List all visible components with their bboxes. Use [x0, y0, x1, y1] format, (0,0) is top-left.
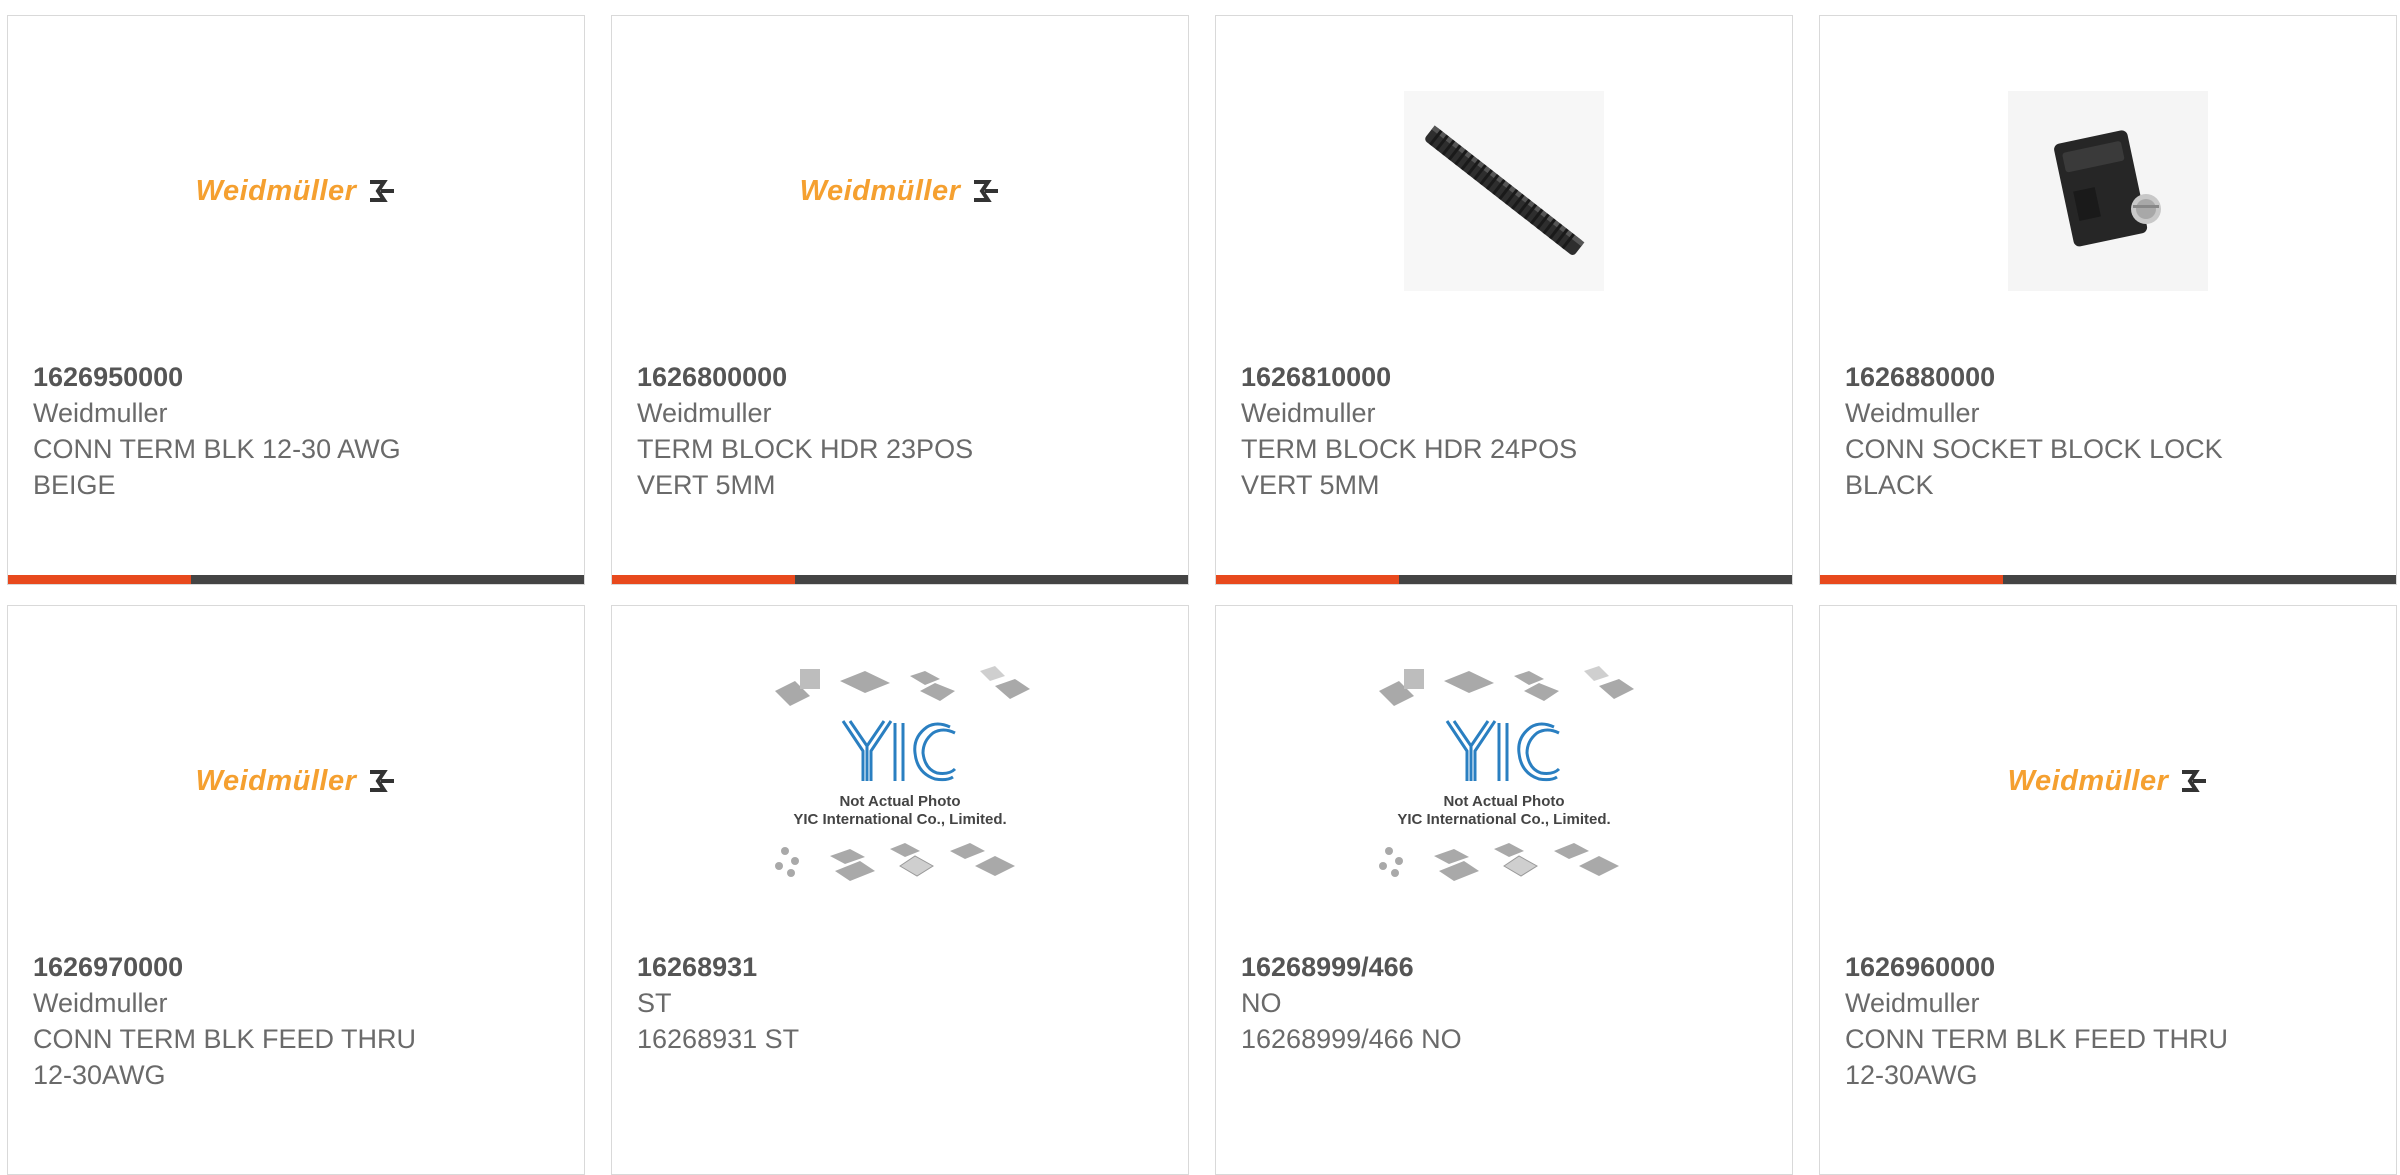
product-card[interactable]: Weidmüller 1626800000 Weidmuller TERM BL…: [611, 15, 1189, 585]
product-card[interactable]: Not Actual Photo YIC International Co., …: [1215, 605, 1793, 1175]
manufacturer: Weidmuller: [637, 398, 772, 428]
description-line: BLACK: [1845, 470, 1934, 500]
product-info: 1626970000 Weidmuller CONN TERM BLK FEED…: [33, 949, 564, 1093]
weidmuller-logo: Weidmüller: [196, 175, 397, 208]
product-card[interactable]: Weidmüller 1626960000 Weidmuller CONN TE…: [1819, 605, 2397, 1175]
description-line: 16268999/466 NO: [1241, 1024, 1462, 1054]
product-card[interactable]: Weidmüller 1626970000 Weidmuller CONN TE…: [7, 605, 585, 1175]
placeholder-caption-line1: Not Actual Photo: [839, 793, 960, 810]
product-info: 1626880000 Weidmuller CONN SOCKET BLOCK …: [1845, 359, 2376, 503]
product-image[interactable]: Not Actual Photo YIC International Co., …: [1216, 661, 1792, 901]
product-image[interactable]: Weidmüller: [612, 71, 1188, 311]
product-info: 16268931 ST 16268931 ST: [637, 949, 1168, 1057]
weidmuller-logo-mark-icon: [2182, 770, 2207, 792]
card-bottom-bar: [1216, 575, 1792, 584]
description-line: 16268931 ST: [637, 1024, 800, 1054]
weidmuller-logo: Weidmüller: [2008, 765, 2209, 798]
description-line: VERT 5MM: [1241, 470, 1380, 500]
manufacturer: Weidmuller: [33, 398, 168, 428]
placeholder-caption-line2: YIC International Co., Limited.: [1397, 811, 1610, 828]
weidmuller-logo: Weidmüller: [800, 175, 1001, 208]
description-line: CONN TERM BLK FEED THRU: [33, 1024, 417, 1054]
description-line: BEIGE: [33, 470, 116, 500]
terminal-header-photo: [1404, 91, 1604, 291]
product-card[interactable]: 1626810000 Weidmuller TERM BLOCK HDR 24P…: [1215, 15, 1793, 585]
description-line: TERM BLOCK HDR 24POS: [1241, 434, 1578, 464]
part-number-link[interactable]: 16268931: [637, 949, 1168, 985]
product-image[interactable]: Weidmüller: [8, 661, 584, 901]
product-card[interactable]: Weidmüller 1626950000 Weidmuller CONN TE…: [7, 15, 585, 585]
description-line: CONN TERM BLK 12-30 AWG: [33, 434, 401, 464]
part-number-link[interactable]: 1626970000: [33, 949, 564, 985]
product-image[interactable]: [1216, 71, 1792, 311]
description-line: VERT 5MM: [637, 470, 776, 500]
description-line: CONN TERM BLK FEED THRU: [1845, 1024, 2229, 1054]
card-bottom-bar: [1820, 575, 2396, 584]
product-grid: Weidmüller 1626950000 Weidmuller CONN TE…: [7, 15, 2400, 1175]
manufacturer: NO: [1241, 988, 1282, 1018]
weidmuller-logo-mark-icon: [974, 180, 999, 202]
manufacturer: Weidmuller: [33, 988, 168, 1018]
card-bottom-bar: [612, 575, 1188, 584]
part-number-link[interactable]: 1626880000: [1845, 359, 2376, 395]
part-number-link[interactable]: 1626950000: [33, 359, 564, 395]
card-bottom-bar: [8, 575, 584, 584]
socket-lock-photo: [2008, 91, 2208, 291]
part-number-link[interactable]: 1626800000: [637, 359, 1168, 395]
description-line: CONN SOCKET BLOCK LOCK: [1845, 434, 2223, 464]
description-line: 12-30AWG: [1845, 1060, 1978, 1090]
yic-placeholder-image: Not Actual Photo YIC International Co., …: [1379, 666, 1634, 881]
manufacturer: Weidmuller: [1845, 398, 1980, 428]
part-number-link[interactable]: 1626960000: [1845, 949, 2376, 985]
manufacturer: Weidmuller: [1845, 988, 1980, 1018]
product-image[interactable]: Weidmüller: [1820, 661, 2396, 901]
part-number-link[interactable]: 1626810000: [1241, 359, 1772, 395]
placeholder-caption-line1: Not Actual Photo: [1443, 793, 1564, 810]
product-info: 1626960000 Weidmuller CONN TERM BLK FEED…: [1845, 949, 2376, 1093]
description-line: TERM BLOCK HDR 23POS: [637, 434, 974, 464]
product-image[interactable]: [1820, 71, 2396, 311]
product-card[interactable]: 1626880000 Weidmuller CONN SOCKET BLOCK …: [1819, 15, 2397, 585]
weidmuller-logo: Weidmüller: [196, 765, 397, 798]
placeholder-caption-line2: YIC International Co., Limited.: [793, 811, 1006, 828]
weidmuller-logo-mark-icon: [370, 770, 395, 792]
weidmuller-logo-mark-icon: [370, 180, 395, 202]
product-info: 16268999/466 NO 16268999/466 NO: [1241, 949, 1772, 1057]
description-line: 12-30AWG: [33, 1060, 166, 1090]
part-number-link[interactable]: 16268999/466: [1241, 949, 1772, 985]
product-card[interactable]: Not Actual Photo YIC International Co., …: [611, 605, 1189, 1175]
yic-placeholder-image: Not Actual Photo YIC International Co., …: [775, 666, 1030, 881]
product-image[interactable]: Not Actual Photo YIC International Co., …: [612, 661, 1188, 901]
product-info: 1626950000 Weidmuller CONN TERM BLK 12-3…: [33, 359, 564, 503]
manufacturer: Weidmuller: [1241, 398, 1376, 428]
product-image[interactable]: Weidmüller: [8, 71, 584, 311]
manufacturer: ST: [637, 988, 672, 1018]
product-info: 1626810000 Weidmuller TERM BLOCK HDR 24P…: [1241, 359, 1772, 503]
product-info: 1626800000 Weidmuller TERM BLOCK HDR 23P…: [637, 359, 1168, 503]
